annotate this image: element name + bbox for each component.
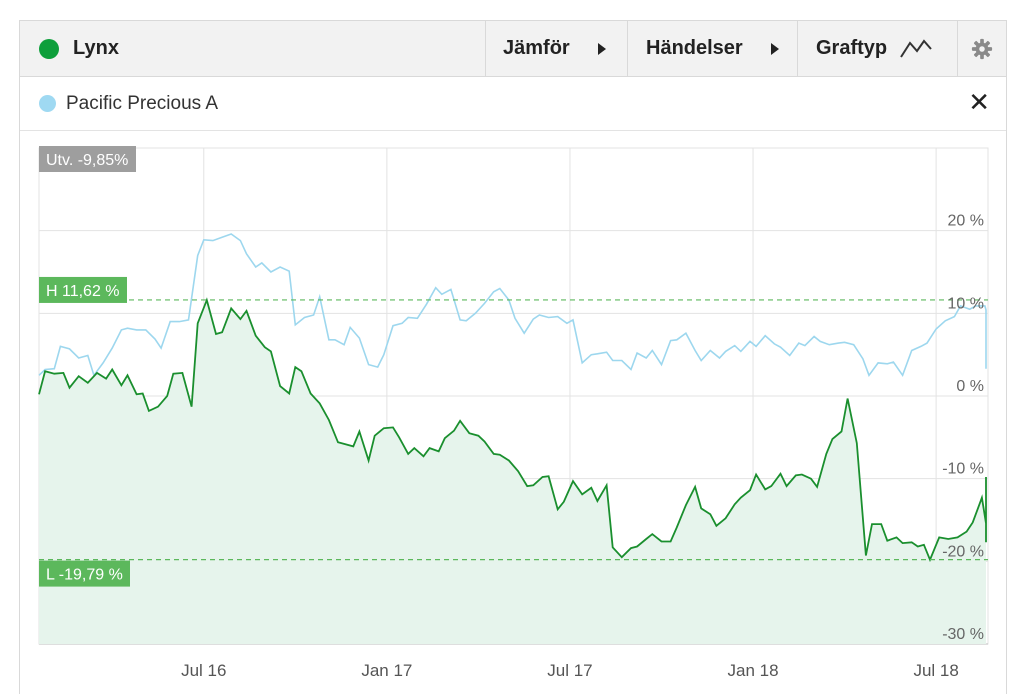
y-tick-label: -20 % bbox=[942, 543, 984, 560]
x-tick-label: Jul 16 bbox=[181, 661, 226, 680]
x-tick-label: Jan 18 bbox=[728, 661, 779, 680]
y-tick-label: 10 % bbox=[948, 295, 984, 312]
low-badge: L -19,79 % bbox=[39, 560, 130, 587]
lynx-area-fill bbox=[39, 300, 986, 644]
chart-fill-layer bbox=[39, 300, 986, 644]
line-chart: 20 % 10 % 0 % -10 % -20 % -30 % Jul 16 Jan 17 Ju… bbox=[38, 146, 989, 680]
series-line-pacific-precious-a bbox=[38, 233, 987, 378]
y-tick-label: -10 % bbox=[942, 461, 984, 478]
y-tick-label: 20 % bbox=[948, 213, 984, 230]
y-tick-label: 0 % bbox=[956, 378, 984, 395]
change-badge: Utv. -9,85% bbox=[39, 146, 136, 172]
low-badge-text: L -19,79 % bbox=[46, 567, 123, 584]
high-badge-text: H 11,62 % bbox=[46, 283, 120, 300]
y-tick-label: -30 % bbox=[942, 626, 984, 643]
high-badge: H 11,62 % bbox=[39, 276, 127, 303]
x-tick-label: Jan 17 bbox=[361, 661, 412, 680]
x-tick-label: Jul 18 bbox=[913, 661, 958, 680]
change-badge-text: Utv. -9,85% bbox=[46, 152, 128, 169]
x-tick-label: Jul 17 bbox=[547, 661, 592, 680]
